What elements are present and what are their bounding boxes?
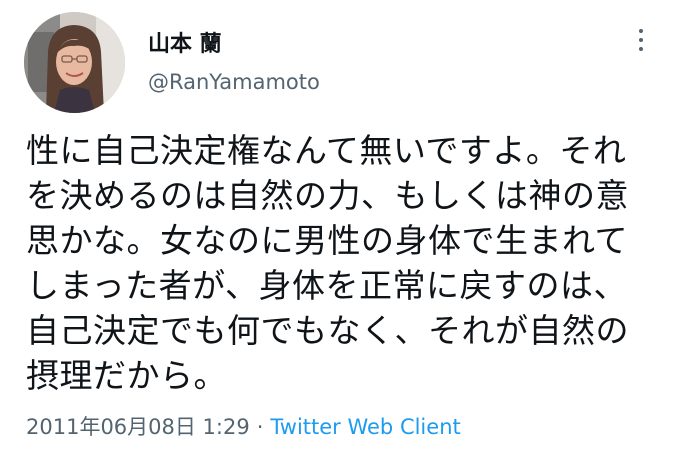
tweet-text: 性に自己決定権なんて無いですよ。それ を決めるのは自然の力、もしくは神の意 思か… [26,128,666,398]
tweet-text-line: を決めるのは自然の力、もしくは神の意 [26,176,629,215]
tweet-meta: 2011年06月08日 1:29 · Twitter Web Client [26,411,461,441]
tweet-text-line: 摂理だから。 [26,356,227,395]
meta-separator: · [256,415,264,439]
timestamp[interactable]: 2011年06月08日 1:29 [26,415,250,439]
tweet-text-line: 自己決定でも何でもなく、それが自然の [26,311,629,350]
tweet-card: 山本 蘭 @RanYamamoto 性に自己決定権なんて無いですよ。それ を決め… [0,0,680,463]
tweet-text-line: 思かな。女なのに男性の身体で生まれて [26,221,629,260]
tweet-text-line: 性に自己決定権なんて無いですよ。それ [26,131,627,170]
display-name[interactable]: 山本 蘭 [148,26,222,58]
avatar-photo [24,12,125,113]
username[interactable]: @RanYamamoto [148,70,320,94]
avatar[interactable] [24,12,125,113]
tweet-text-line: しまった者が、身体を正常に戻すのは、 [26,266,628,305]
more-vertical-icon[interactable] [628,24,654,56]
client-link[interactable]: Twitter Web Client [270,415,460,439]
